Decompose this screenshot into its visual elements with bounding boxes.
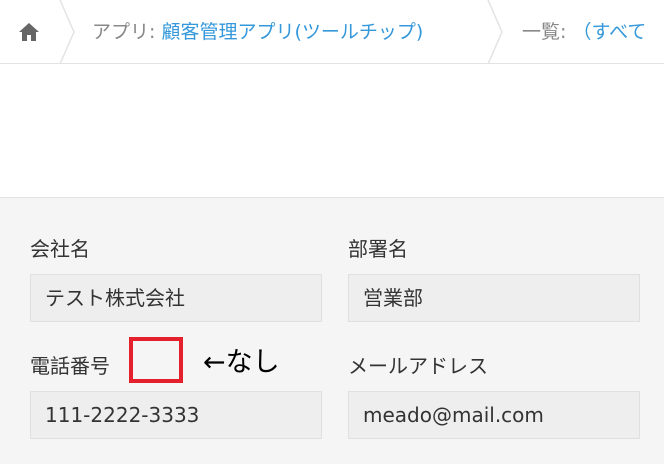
breadcrumb-list: 一覧: （すべて bbox=[522, 17, 646, 44]
company-field: テスト株式会社 bbox=[30, 274, 322, 322]
breadcrumb-app: アプリ: 顧客管理アプリ(ツールチップ) bbox=[92, 17, 423, 44]
department-field: 営業部 bbox=[348, 274, 640, 322]
phone-label: 電話番号 bbox=[30, 354, 110, 378]
home-button[interactable] bbox=[0, 0, 58, 64]
breadcrumb: アプリ: 顧客管理アプリ(ツールチップ) 一覧: （すべて bbox=[0, 0, 664, 64]
breadcrumb-separator bbox=[59, 0, 75, 64]
annotation-note: ←なし bbox=[203, 347, 280, 378]
email-label: メールアドレス bbox=[348, 354, 488, 378]
company-label: 会社名 bbox=[30, 237, 90, 261]
email-field: meado@mail.com bbox=[348, 391, 640, 439]
breadcrumb-list-prefix: 一覧: bbox=[522, 21, 573, 43]
breadcrumb-app-prefix: アプリ: bbox=[92, 21, 162, 43]
phone-field: 111-2222-3333 bbox=[30, 391, 322, 439]
section-divider bbox=[0, 197, 664, 198]
breadcrumb-separator bbox=[487, 0, 503, 64]
breadcrumb-app-link[interactable]: 顧客管理アプリ(ツールチップ) bbox=[161, 21, 423, 43]
breadcrumb-list-link[interactable]: （すべて bbox=[572, 21, 646, 43]
home-icon bbox=[19, 23, 39, 41]
department-label: 部署名 bbox=[348, 237, 408, 261]
highlight-box bbox=[129, 337, 183, 383]
